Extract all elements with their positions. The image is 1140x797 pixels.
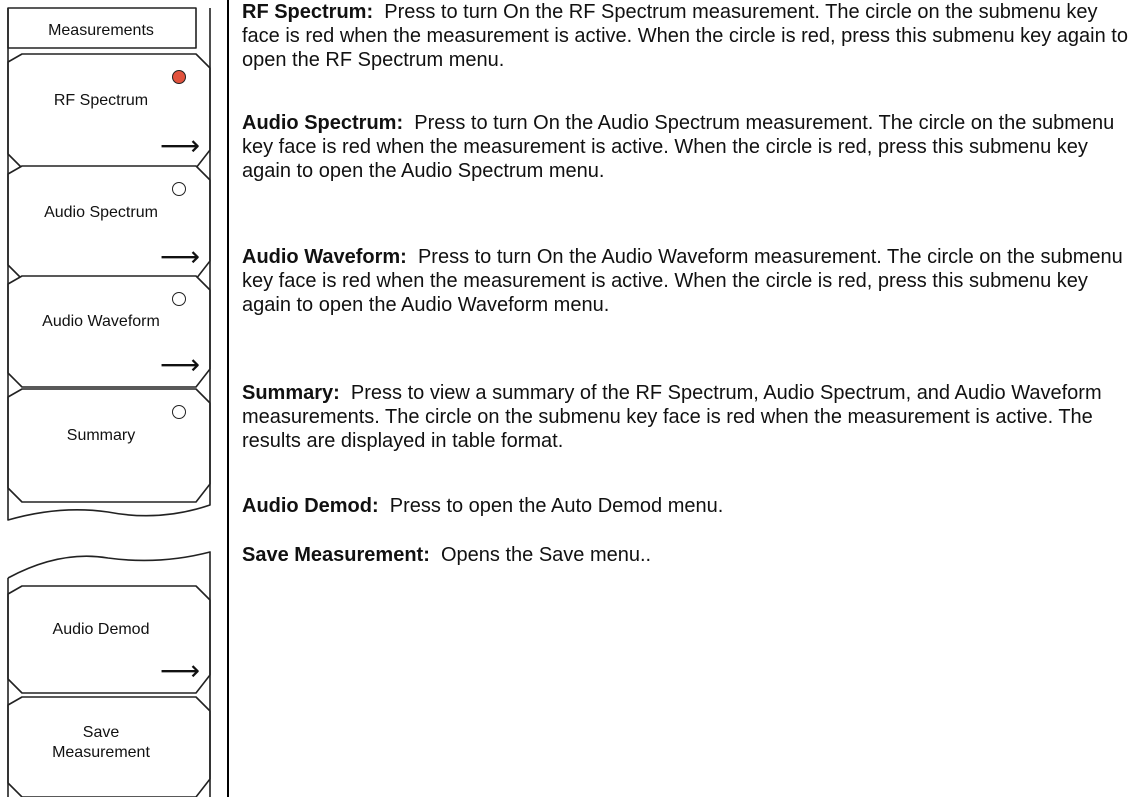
submenu-arrow-icon: ⟶: [160, 348, 201, 381]
status-indicator-icon: [172, 405, 186, 419]
description-paragraph: Audio Demod: Press to open the Auto Demo…: [242, 494, 1137, 518]
description-term: Audio Demod:: [242, 495, 379, 517]
status-indicator-icon: [172, 182, 186, 196]
description-paragraph: Audio Spectrum: Press to turn On the Aud…: [242, 111, 1137, 183]
submenu-arrow-icon: ⟶: [160, 654, 201, 687]
status-indicator-icon: [172, 70, 186, 84]
submenu-arrow-icon: ⟶: [160, 240, 201, 273]
description-paragraph: RF Spectrum: Press to turn On the RF Spe…: [242, 0, 1137, 72]
submenu-key-label: Audio Waveform: [42, 312, 160, 330]
menu-title: Measurements: [48, 22, 154, 39]
description-term: RF Spectrum:: [242, 1, 374, 23]
submenu-arrow-icon: ⟶: [160, 129, 201, 162]
description-term: Audio Waveform:: [242, 246, 407, 268]
description-paragraph: Summary: Press to view a summary of the …: [242, 381, 1137, 453]
submenu-key-label: Audio Spectrum: [44, 203, 158, 221]
description-term: Audio Spectrum:: [242, 112, 404, 134]
status-indicator-icon: [172, 292, 186, 306]
submenu-key-label: Save Measurement: [52, 724, 150, 761]
description-text: Press to open the Auto Demod menu.: [378, 495, 724, 517]
description-text: Press to turn On the RF Spectrum measure…: [242, 1, 1128, 71]
description-text: Press to view a summary of the RF Spectr…: [242, 382, 1102, 452]
description-paragraph: Audio Waveform: Press to turn On the Aud…: [242, 245, 1137, 317]
submenu-key-label: Audio Demod: [52, 620, 150, 638]
description-term: Summary:: [242, 382, 340, 404]
description-text: Opens the Save menu..: [429, 544, 652, 566]
submenu-key-label: Summary: [66, 426, 136, 444]
submenu-key-label: RF Spectrum: [53, 92, 149, 109]
description-paragraph: Save Measurement: Opens the Save menu..: [242, 543, 1137, 567]
submenu-key-summary[interactable]: [6, 389, 196, 502]
vertical-divider: [227, 0, 229, 797]
description-term: Save Measurement:: [242, 544, 430, 566]
